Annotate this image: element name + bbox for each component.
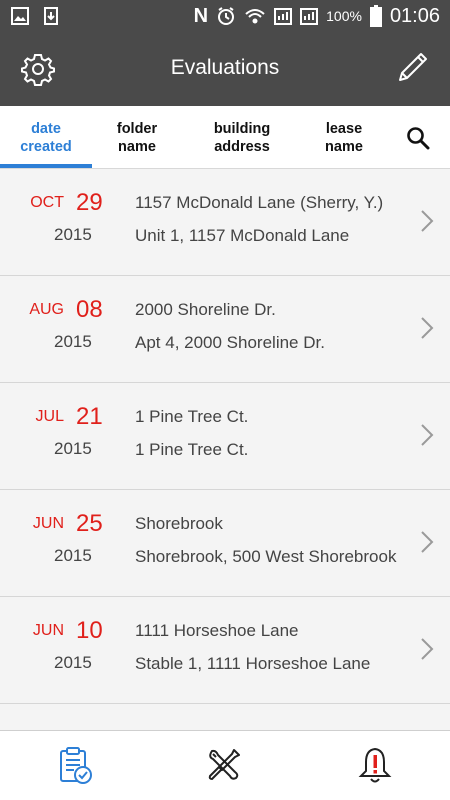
app-bar: Evaluations [0, 32, 450, 106]
date-day: 29 [76, 189, 103, 216]
bottom-nav [0, 730, 450, 800]
evaluation-address: Shorebrook, 500 West Shorebrook [135, 547, 397, 566]
battery-percent: 100% [326, 8, 362, 24]
evaluations-screen: N 100% 01:06 Evaluations date created fo… [0, 0, 450, 800]
chevron-right-icon [421, 531, 434, 553]
pencil-icon[interactable] [396, 50, 430, 84]
alert-bell-icon[interactable] [355, 745, 395, 785]
evaluation-address: Unit 1, 1157 McDonald Lane [135, 226, 350, 245]
battery-icon [369, 5, 382, 27]
date-day: 21 [76, 403, 103, 430]
evaluation-row[interactable]: JUL 21 2015 1 Pine Tree Ct. 1 Pine Tree … [0, 383, 450, 490]
date-year: 2015 [54, 439, 92, 458]
nfc-icon: N [193, 4, 209, 27]
tab-lease-name[interactable]: lease name [312, 120, 376, 156]
chevron-right-icon [421, 424, 434, 446]
notification-icons [10, 6, 62, 26]
clipboard-check-icon[interactable] [55, 745, 95, 785]
chevron-right-icon [421, 317, 434, 339]
page-title: Evaluations [170, 56, 280, 79]
evaluation-title: Shorebrook [135, 514, 223, 533]
gallery-notification-icon [11, 7, 29, 25]
evaluation-address: Stable 1, 1111 Horseshoe Lane [135, 654, 371, 673]
date-day: 25 [76, 510, 103, 537]
alarm-icon [218, 7, 235, 25]
tab-building-address[interactable]: building address [202, 120, 282, 156]
evaluation-title: 1157 McDonald Lane (Sherry, Y.) [135, 193, 384, 212]
system-status: N 100% 01:06 [194, 0, 440, 32]
evaluation-title: 1111 Horseshoe Lane [135, 621, 299, 640]
evaluation-title: 2000 Shoreline Dr. [135, 300, 276, 319]
date-year: 2015 [54, 225, 92, 244]
evaluation-row[interactable]: OCT 29 2015 1157 McDonald Lane (Sherry, … [0, 169, 450, 276]
sort-tabs: date created folder name building addres… [0, 106, 450, 169]
date-month: JUN [32, 515, 64, 532]
date-day: 08 [76, 296, 103, 323]
date-year: 2015 [54, 332, 92, 351]
date-month: OCT [30, 194, 64, 211]
evaluation-row[interactable]: JUN 25 2015 Shorebrook Shorebrook, 500 W… [0, 490, 450, 597]
active-tab-indicator [0, 164, 92, 168]
evaluation-address: Apt 4, 2000 Shoreline Dr. [135, 333, 325, 352]
date-year: 2015 [54, 653, 92, 672]
date-month: AUG [29, 301, 64, 318]
date-year: 2015 [54, 546, 92, 565]
date-month: JUL [35, 408, 64, 425]
download-notification-icon [44, 7, 58, 25]
status-bar: N 100% 01:06 [0, 0, 450, 32]
signal-icon-2 [300, 8, 319, 25]
signal-icon [274, 8, 293, 25]
tools-icon[interactable] [204, 745, 244, 785]
wifi-icon [245, 9, 265, 24]
evaluation-title: 1 Pine Tree Ct. [135, 407, 249, 426]
search-icon[interactable] [406, 126, 430, 150]
date-month: JUN [32, 622, 64, 639]
evaluation-row[interactable]: AUG 08 2015 2000 Shoreline Dr. Apt 4, 20… [0, 276, 450, 383]
chevron-right-icon [421, 638, 434, 660]
evaluation-list: OCT 29 2015 1157 McDonald Lane (Sherry, … [0, 169, 450, 704]
clock: 01:06 [389, 4, 440, 27]
date-day: 10 [76, 617, 103, 644]
tab-folder-name[interactable]: folder name [105, 120, 169, 156]
tab-date-created[interactable]: date created [14, 120, 78, 156]
evaluation-row[interactable]: JUN 10 2015 1111 Horseshoe Lane Stable 1… [0, 597, 450, 704]
chevron-right-icon [421, 210, 434, 232]
evaluation-address: 1 Pine Tree Ct. [135, 440, 249, 459]
